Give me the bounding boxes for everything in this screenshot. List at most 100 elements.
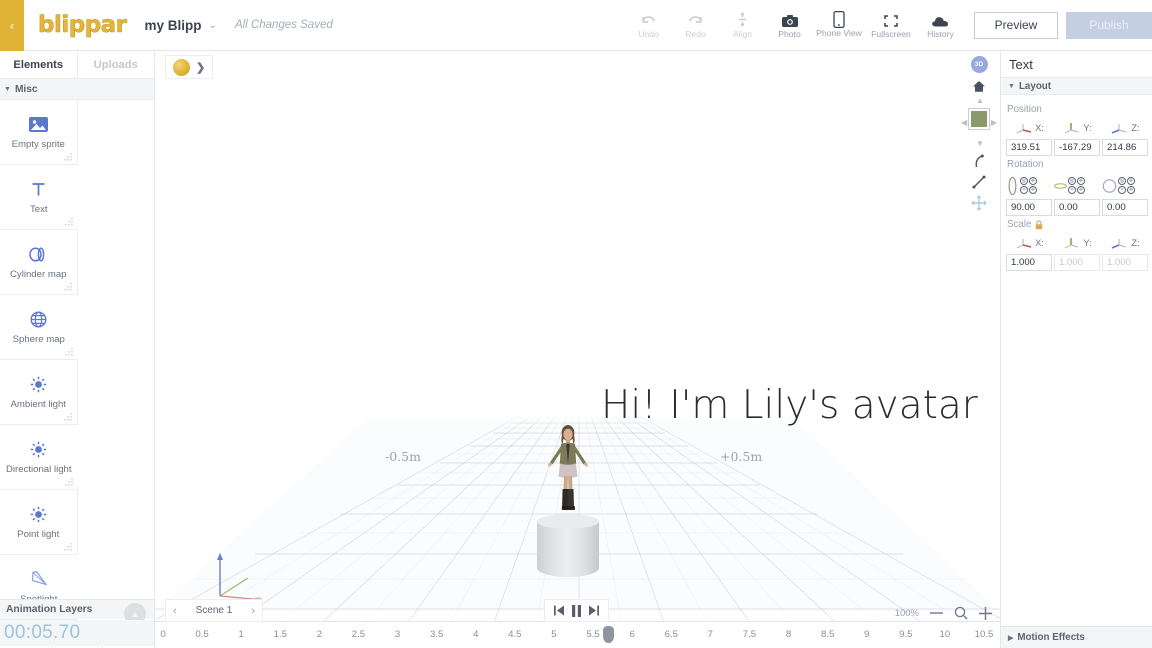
element-ambient-light[interactable]: Ambient light (0, 360, 78, 425)
back-chevron-icon: ‹ (9, 17, 15, 33)
nav-center-handle[interactable] (969, 109, 989, 129)
axis-x-gizmo-icon: X: (1014, 232, 1044, 254)
pedestal-cylinder[interactable] (537, 514, 599, 582)
fullscreen-button[interactable]: Fullscreen (865, 0, 917, 51)
project-name[interactable]: my Blipp (145, 18, 202, 33)
position-x-input[interactable]: 319.51 (1006, 139, 1052, 156)
nav-down-arrow-icon[interactable]: ▼ (976, 139, 984, 148)
rotate-cw-button[interactable]: ✛ (1127, 177, 1135, 185)
preview-button[interactable]: Preview (974, 11, 1058, 39)
timeline-tick: 0 (160, 629, 166, 640)
sun-icon (30, 505, 47, 524)
rotate-ccw-button[interactable]: ◎ (1118, 177, 1126, 185)
timeline-ruler[interactable]: 0 0.5 1 1.5 2 2.5 3 3.5 4 4.5 5 5.5 6 6.5 7 7.5 8 8.5 9 9.5… (155, 621, 1000, 648)
rotate-cw-button[interactable]: ✛ (1077, 177, 1085, 185)
rotate-reset-button[interactable]: ✧ (1068, 186, 1076, 194)
drag-handle-icon[interactable] (64, 477, 74, 486)
rotation-z-knobs[interactable]: ◎ ✛ ✧ ✛ (1118, 177, 1135, 194)
rotate-cw-button[interactable]: ✛ (1029, 177, 1037, 185)
rotate-step-button[interactable]: ✛ (1029, 186, 1037, 194)
back-button[interactable]: ‹ (0, 0, 24, 51)
undo-button[interactable]: Undo (625, 0, 672, 51)
element-text[interactable]: Text (0, 165, 78, 230)
tab-elements[interactable]: Elements (0, 51, 77, 78)
phone-view-button[interactable]: Phone View (813, 0, 865, 51)
rotation-z-input[interactable]: 0.00 (1102, 199, 1148, 216)
timeline-playhead[interactable] (603, 626, 615, 643)
mode-3d-badge[interactable]: 3D (970, 56, 988, 73)
align-button[interactable]: Align (719, 0, 766, 51)
rotate-ccw-button[interactable]: ◎ (1068, 177, 1076, 185)
publish-button[interactable]: Publish (1066, 11, 1152, 39)
avatar-model[interactable] (545, 422, 591, 518)
section-layout[interactable]: ▼ Layout (1001, 77, 1152, 95)
text-element-content[interactable]: Hi! I'm Lily's avatar (601, 383, 978, 428)
orbit-icon[interactable] (972, 154, 986, 169)
nav-right-arrow-icon[interactable]: ▶ (991, 118, 997, 127)
section-misc[interactable]: ▼ Misc (0, 79, 154, 100)
rotate-reset-button[interactable]: ✧ (1020, 186, 1028, 194)
scale-y-input[interactable]: 1.000 (1054, 254, 1100, 271)
timeline-tick: 4 (473, 629, 479, 640)
scene-viewport[interactable]: ❯ -0.5m +0.5m Hi! I'm Lily's avatar 3D ▲… (155, 51, 1000, 648)
lock-icon[interactable] (1035, 220, 1043, 230)
skip-to-end-button[interactable] (589, 605, 599, 616)
scale-z-input[interactable]: 1.000 (1102, 254, 1148, 271)
nav-up-arrow-icon[interactable]: ▲ (976, 96, 984, 105)
drag-handle-icon[interactable] (63, 152, 73, 161)
phone-view-label: Phone View (816, 28, 862, 39)
drag-handle-icon[interactable] (64, 217, 74, 226)
scene-prev-button[interactable]: ‹ (173, 605, 177, 617)
element-directional-light[interactable]: Directional light (0, 425, 78, 490)
drag-handle-icon[interactable] (64, 347, 74, 356)
nav-left-arrow-icon[interactable]: ◀ (961, 118, 967, 127)
element-empty-sprite[interactable]: Empty sprite (0, 100, 78, 165)
globe-icon (30, 310, 47, 329)
chevron-right-icon[interactable]: ❯ (196, 61, 205, 74)
rotation-y-input[interactable]: 0.00 (1054, 199, 1100, 216)
scale-x-input[interactable]: 1.000 (1006, 254, 1052, 271)
position-z-input[interactable]: 214.86 (1102, 139, 1148, 156)
rotate-step-button[interactable]: ✛ (1077, 186, 1085, 194)
chevron-down-icon[interactable]: ⌄ (209, 20, 217, 31)
viewport-controls: 3D ▲ ◀ ▶ ▼ (961, 56, 997, 211)
position-y-cell: Y: -167.29 (1054, 117, 1100, 156)
blipp-thumbnail-icon[interactable] (173, 58, 190, 76)
section-motion-effects[interactable]: ▶ Motion Effects (1001, 626, 1152, 648)
axis-z-label: Z: (1131, 123, 1140, 133)
home-icon[interactable] (972, 80, 986, 93)
drag-handle-icon[interactable] (63, 412, 73, 421)
pan-line-icon[interactable] (972, 175, 986, 189)
nav-pad[interactable]: ▲ ◀ ▶ ▼ (961, 96, 997, 148)
pause-button[interactable] (571, 604, 582, 617)
drag-handle-icon[interactable] (63, 282, 73, 291)
element-point-light[interactable]: Point light (0, 490, 78, 555)
photo-button[interactable]: Photo (766, 0, 813, 51)
skip-to-start-button[interactable] (554, 605, 564, 616)
drag-handle-icon[interactable] (63, 542, 73, 551)
element-cylinder-map[interactable]: Cylinder map (0, 230, 78, 295)
zoom-out-button[interactable] (930, 611, 943, 615)
breadcrumb[interactable]: ❯ (165, 55, 214, 79)
magnifier-icon[interactable] (954, 606, 968, 620)
rotate-reset-button[interactable]: ✧ (1118, 186, 1126, 194)
element-label: Point light (17, 528, 60, 540)
scene-selector[interactable]: ‹ Scene 1 › (165, 599, 263, 622)
timeline-tick: 2 (316, 629, 323, 640)
redo-button[interactable]: Redo (672, 0, 719, 51)
rotate-ccw-button[interactable]: ◎ (1020, 177, 1028, 185)
rotation-x-input[interactable]: 90.00 (1006, 199, 1052, 216)
position-y-input[interactable]: -167.29 (1054, 139, 1100, 156)
timeline-tick: 0.5 (195, 629, 209, 640)
history-button[interactable]: History (917, 0, 964, 51)
element-sphere-map[interactable]: Sphere map (0, 295, 78, 360)
rotation-y-knobs[interactable]: ◎ ✛ ✧ ✛ (1068, 177, 1085, 194)
rotate-step-button[interactable]: ✛ (1127, 186, 1135, 194)
chevron-down-icon: ▼ (1008, 82, 1015, 90)
rotation-x-knobs[interactable]: ◎ ✛ ✧ ✛ (1020, 177, 1037, 194)
scene-next-button[interactable]: › (251, 605, 255, 617)
zoom-in-button[interactable] (979, 606, 992, 620)
undo-icon (640, 11, 657, 28)
move-crosshair-icon[interactable] (971, 195, 987, 211)
tab-uploads[interactable]: Uploads (76, 51, 155, 78)
